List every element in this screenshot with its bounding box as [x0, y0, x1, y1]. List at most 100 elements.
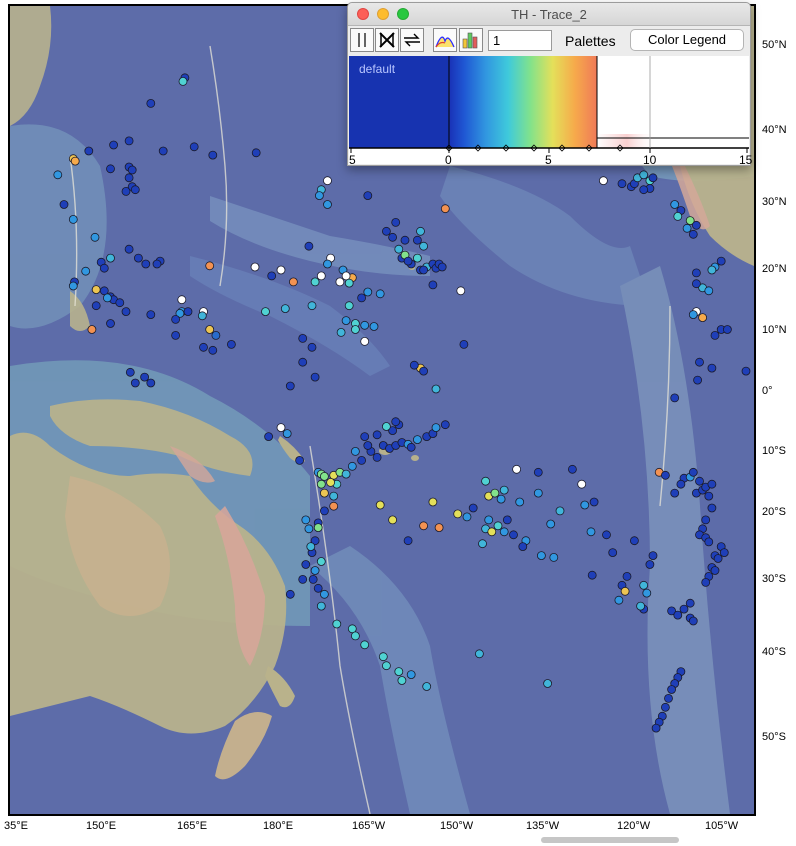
- data-point[interactable]: [127, 165, 137, 175]
- data-point[interactable]: [295, 455, 305, 465]
- data-point[interactable]: [197, 311, 207, 321]
- data-point[interactable]: [630, 536, 639, 546]
- data-point[interactable]: [103, 293, 112, 303]
- data-point[interactable]: [360, 320, 370, 330]
- data-point[interactable]: [679, 604, 689, 614]
- data-point[interactable]: [133, 253, 143, 263]
- data-point[interactable]: [397, 676, 407, 685]
- data-point[interactable]: [549, 553, 559, 562]
- data-point[interactable]: [440, 420, 450, 430]
- data-point[interactable]: [336, 327, 346, 337]
- data-point[interactable]: [701, 578, 711, 587]
- data-point[interactable]: [177, 295, 187, 305]
- data-point[interactable]: [419, 241, 429, 251]
- data-point[interactable]: [512, 464, 522, 474]
- data-point[interactable]: [357, 455, 367, 465]
- data-point[interactable]: [453, 509, 463, 519]
- data-point[interactable]: [533, 467, 543, 477]
- data-point[interactable]: [403, 256, 413, 266]
- data-point[interactable]: [124, 136, 134, 146]
- data-point[interactable]: [409, 360, 419, 370]
- data-point[interactable]: [614, 595, 624, 605]
- data-point[interactable]: [406, 670, 416, 679]
- data-point[interactable]: [515, 497, 525, 507]
- data-point[interactable]: [226, 339, 236, 349]
- data-point[interactable]: [648, 173, 658, 183]
- data-point[interactable]: [304, 524, 314, 534]
- data-point[interactable]: [481, 476, 491, 486]
- data-point[interactable]: [484, 515, 494, 525]
- data-point[interactable]: [264, 432, 274, 442]
- data-point[interactable]: [688, 616, 698, 626]
- data-point[interactable]: [323, 176, 332, 186]
- data-point[interactable]: [499, 485, 509, 495]
- data-point[interactable]: [695, 476, 704, 486]
- data-point[interactable]: [676, 479, 686, 489]
- data-point[interactable]: [394, 667, 404, 676]
- data-point[interactable]: [285, 589, 295, 599]
- data-point[interactable]: [319, 506, 329, 516]
- data-point[interactable]: [59, 200, 69, 209]
- data-point[interactable]: [363, 287, 373, 297]
- data-point[interactable]: [543, 679, 552, 688]
- data-point[interactable]: [459, 339, 469, 349]
- data-point[interactable]: [205, 261, 215, 271]
- data-point[interactable]: [468, 503, 478, 513]
- data-point[interactable]: [381, 226, 391, 236]
- data-point[interactable]: [53, 170, 63, 180]
- data-point[interactable]: [412, 435, 422, 445]
- data-point[interactable]: [704, 491, 714, 501]
- data-point[interactable]: [205, 325, 215, 334]
- data-point[interactable]: [509, 530, 518, 540]
- data-point[interactable]: [456, 286, 466, 296]
- level-input[interactable]: 1: [488, 30, 552, 51]
- data-point[interactable]: [171, 314, 181, 324]
- color-legend-button[interactable]: Color Legend: [630, 29, 744, 51]
- title-bar[interactable]: TH - Trace_2: [348, 3, 750, 26]
- data-point[interactable]: [487, 527, 497, 537]
- data-point[interactable]: [661, 702, 670, 712]
- data-point[interactable]: [693, 375, 702, 385]
- data-point[interactable]: [428, 497, 438, 507]
- data-point[interactable]: [316, 557, 326, 566]
- data-point[interactable]: [310, 372, 320, 382]
- data-point[interactable]: [648, 551, 658, 560]
- data-point[interactable]: [608, 548, 618, 557]
- data-point[interactable]: [323, 259, 332, 269]
- data-point[interactable]: [673, 610, 683, 620]
- data-point[interactable]: [363, 191, 373, 201]
- data-point[interactable]: [285, 381, 295, 391]
- data-point[interactable]: [406, 442, 416, 452]
- data-point[interactable]: [375, 500, 385, 510]
- data-point[interactable]: [670, 488, 680, 498]
- data-point[interactable]: [682, 223, 692, 233]
- data-point[interactable]: [741, 366, 751, 376]
- data-point[interactable]: [688, 229, 698, 239]
- data-point[interactable]: [412, 235, 422, 245]
- data-point[interactable]: [391, 417, 401, 427]
- data-point[interactable]: [546, 519, 556, 529]
- data-point[interactable]: [462, 512, 472, 522]
- data-point[interactable]: [199, 342, 208, 352]
- data-point[interactable]: [496, 494, 506, 504]
- data-point[interactable]: [106, 253, 115, 263]
- data-point[interactable]: [313, 583, 323, 593]
- data-point[interactable]: [313, 523, 323, 532]
- data-point[interactable]: [381, 661, 391, 671]
- data-point[interactable]: [394, 244, 404, 254]
- data-point[interactable]: [639, 580, 649, 590]
- data-point[interactable]: [298, 575, 308, 584]
- data-point[interactable]: [335, 277, 345, 287]
- data-point[interactable]: [688, 310, 698, 320]
- data-point[interactable]: [341, 271, 351, 281]
- data-point[interactable]: [130, 378, 140, 388]
- data-point[interactable]: [310, 566, 320, 575]
- data-point[interactable]: [673, 211, 683, 221]
- data-point[interactable]: [307, 301, 317, 311]
- data-point[interactable]: [704, 537, 714, 547]
- data-point[interactable]: [428, 280, 438, 290]
- data-point[interactable]: [664, 694, 673, 703]
- data-point[interactable]: [282, 429, 292, 439]
- data-point[interactable]: [388, 232, 398, 242]
- data-point[interactable]: [577, 479, 587, 489]
